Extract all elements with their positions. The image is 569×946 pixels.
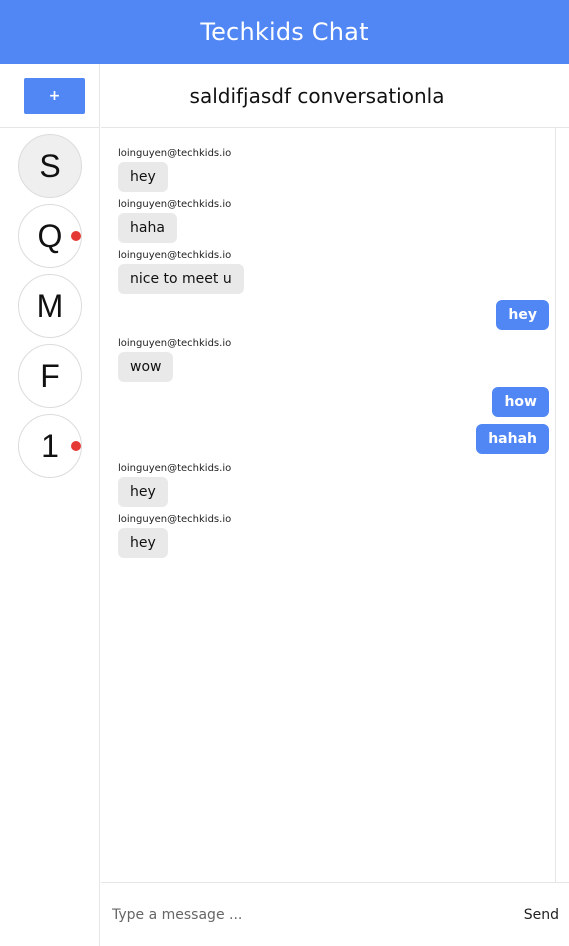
conversation-avatar[interactable]: F xyxy=(18,344,82,408)
message-sender: loinguyen@techkids.io xyxy=(118,338,232,349)
message-sender: loinguyen@techkids.io xyxy=(118,250,232,261)
message-bubble: nice to meet u xyxy=(118,264,244,294)
conversation-avatar[interactable]: 1 xyxy=(18,414,82,478)
conversation-avatar[interactable]: S xyxy=(18,134,82,198)
message-bubble: hey xyxy=(118,477,168,507)
conversation-avatar[interactable]: Q xyxy=(18,204,82,268)
message-sender: loinguyen@techkids.io xyxy=(118,148,232,159)
conversation-initial: 1 xyxy=(41,427,59,464)
message-bubble: haha xyxy=(118,213,177,243)
conversation-sidebar: + SQMF 1 xyxy=(0,64,100,946)
message-bubble: hey xyxy=(118,528,168,558)
message-composer: Send xyxy=(101,882,569,946)
conversation-title: saldifjasdf conversationla xyxy=(189,83,445,108)
incoming-message: loinguyen@techkids.io haha xyxy=(118,199,231,243)
incoming-message: loinguyen@techkids.io hey xyxy=(118,463,231,507)
outgoing-message: how xyxy=(492,387,549,417)
conversation-header: saldifjasdf conversationla xyxy=(101,64,569,128)
app-title: Techkids Chat xyxy=(200,18,369,46)
send-button[interactable]: Send xyxy=(516,907,559,923)
incoming-message: loinguyen@techkids.io hey xyxy=(118,148,231,192)
message-sender: loinguyen@techkids.io xyxy=(118,463,232,474)
sidebar-toolbar: + xyxy=(0,64,99,128)
message-bubble: how xyxy=(492,387,549,417)
incoming-message: loinguyen@techkids.io nice to meet u xyxy=(118,250,244,294)
conversation-initial: F xyxy=(40,357,60,394)
message-bubble: wow xyxy=(118,352,174,382)
message-bubble: hey xyxy=(118,162,168,192)
outgoing-message: hahah xyxy=(476,424,549,454)
incoming-message: loinguyen@techkids.io hey xyxy=(118,514,231,558)
new-conversation-button[interactable]: + xyxy=(24,77,85,114)
message-input[interactable] xyxy=(112,906,516,923)
message-sender: loinguyen@techkids.io xyxy=(118,514,232,525)
unread-indicator xyxy=(71,231,81,241)
conversation-initial: S xyxy=(39,147,61,184)
message-bubble: hey xyxy=(496,300,549,330)
conversation-avatar[interactable]: M xyxy=(18,274,82,338)
message-list[interactable]: loinguyen@techkids.io hey loinguyen@techki… xyxy=(101,128,556,882)
conversation-initial: Q xyxy=(37,217,63,254)
conversation-initial: M xyxy=(36,287,64,324)
message-sender: loinguyen@techkids.io xyxy=(118,199,232,210)
incoming-message: loinguyen@techkids.io wow xyxy=(118,338,231,382)
app-header: Techkids Chat xyxy=(0,0,569,64)
message-bubble: hahah xyxy=(476,424,549,454)
outgoing-message: hey xyxy=(496,300,549,330)
unread-indicator xyxy=(71,441,81,451)
